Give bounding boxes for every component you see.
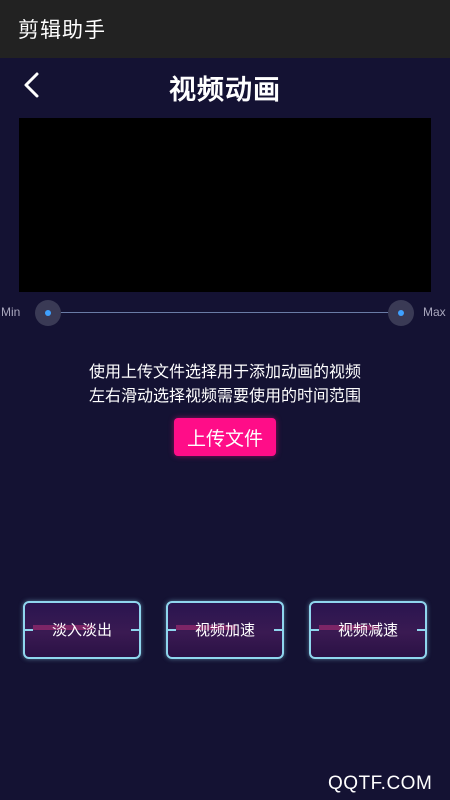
video-preview[interactable] bbox=[19, 118, 431, 292]
instruction-line-2: 左右滑动选择视频需要使用的时间范围 bbox=[88, 386, 361, 405]
instruction-line-1: 使用上传文件选择用于添加动画的视频 bbox=[88, 362, 361, 381]
upload-file-button[interactable]: 上传文件 bbox=[174, 418, 276, 456]
instruction-text: 使用上传文件选择用于添加动画的视频 左右滑动选择视频需要使用的时间范围 bbox=[0, 360, 450, 408]
slider-track[interactable] bbox=[48, 312, 401, 313]
fade-in-out-button[interactable]: 淡入淡出 bbox=[23, 601, 141, 659]
frame-tick-left bbox=[168, 629, 176, 631]
range-start-handle[interactable] bbox=[35, 300, 61, 326]
range-end-handle[interactable] bbox=[388, 300, 414, 326]
page-title: 视频动画 bbox=[169, 75, 281, 106]
speed-up-label: 视频加速 bbox=[194, 621, 255, 639]
frame-tick-right bbox=[131, 629, 139, 631]
slider-min-label: Min bbox=[1, 305, 21, 319]
speed-up-button[interactable]: 视频加速 bbox=[166, 601, 284, 659]
fade-in-out-label: 淡入淡出 bbox=[51, 621, 112, 639]
frame-tick-right bbox=[274, 629, 282, 631]
app-bar: 剪辑助手 bbox=[0, 0, 450, 58]
app-title: 剪辑助手 bbox=[18, 18, 106, 42]
slider-max-label: Max bbox=[423, 305, 446, 319]
slow-down-button[interactable]: 视频减速 bbox=[309, 601, 427, 659]
watermark: QQTF.COM bbox=[328, 773, 433, 794]
frame-tick-left bbox=[25, 629, 33, 631]
frame-tick-right bbox=[417, 629, 425, 631]
frame-tick-left bbox=[311, 629, 319, 631]
slow-down-label: 视频减速 bbox=[337, 621, 398, 639]
time-range-slider[interactable]: Min Max bbox=[0, 297, 450, 329]
